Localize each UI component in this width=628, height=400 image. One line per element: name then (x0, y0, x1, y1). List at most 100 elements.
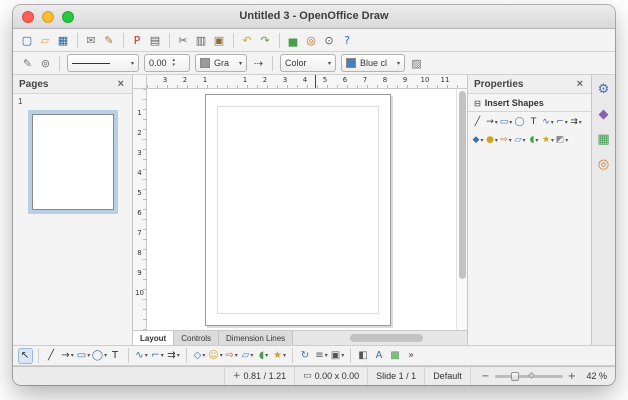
open-document-icon[interactable]: ▱ (37, 31, 54, 49)
pages-list[interactable]: 1 (13, 94, 132, 345)
vertical-scrollbar[interactable] (456, 89, 467, 330)
arrow-style-icon[interactable]: ⇢ (250, 54, 267, 72)
email-document-icon[interactable]: ✉ (83, 31, 100, 49)
curve-icon[interactable]: ∿ ▾ (541, 115, 555, 130)
area-color-select[interactable]: Blue cl ▾ (341, 54, 405, 72)
ruler-row: 3 2 1 1 2 3 4 5 6 7 8 9 10 11 (133, 75, 467, 89)
stars-icon[interactable]: ★ ▾ (272, 348, 287, 364)
horizontal-scrollbar[interactable] (297, 331, 463, 345)
basic-shapes-icon[interactable]: ◆ ▾ (471, 133, 485, 148)
line-color-select[interactable]: Gra ▾ (195, 54, 247, 72)
callouts-icon[interactable]: ◖ ▾ (256, 348, 271, 364)
help-icon[interactable]: ? (339, 31, 356, 49)
zoom-percentage[interactable]: 42 % (581, 371, 607, 381)
separator (350, 348, 351, 363)
basic-shapes-icon[interactable]: ◇ ▾ (192, 348, 207, 364)
page-style-segment[interactable]: Default (425, 367, 471, 385)
edit-points-icon[interactable]: ✎ (19, 54, 36, 72)
align-objects-icon[interactable]: ≡ ▾ (314, 348, 329, 364)
curve-icon[interactable]: ∿ ▾ (134, 348, 149, 364)
lines-and-arrows-icon[interactable]: ⇉ ▾ (569, 115, 583, 130)
ruler-label: 11 (440, 76, 450, 84)
pages-panel-close-icon[interactable]: × (116, 78, 126, 90)
line-style-select[interactable]: ▾ (67, 54, 139, 72)
title-bar[interactable]: Untitled 3 - OpenOffice Draw (13, 5, 615, 29)
cut-icon[interactable]: ✂ (175, 31, 192, 49)
copy-icon[interactable]: ▥ (193, 31, 210, 49)
vertical-scrollbar-thumb[interactable] (459, 91, 466, 279)
main-area: Pages × 1 3211234567891011 (13, 75, 615, 345)
spin-down-icon[interactable]: ▾ (173, 63, 176, 68)
undo-icon[interactable]: ↶ (239, 31, 256, 49)
symbol-shapes-icon[interactable]: ☺ ▾ (208, 348, 223, 364)
horizontal-scrollbar-thumb[interactable] (350, 334, 424, 342)
zoom-icon[interactable]: ⊙ (321, 31, 338, 49)
zoom-slider-handle[interactable] (510, 371, 519, 381)
area-color-value: Blue cl (360, 58, 388, 68)
navigator-deck-icon[interactable]: ◎ (595, 155, 613, 173)
block-arrows-icon[interactable]: ⇨ ▾ (224, 348, 239, 364)
close-window-button[interactable] (22, 10, 34, 23)
3d-objects-icon[interactable]: ◩ ▾ (555, 133, 569, 148)
stars-icon[interactable]: ★ ▾ (541, 133, 555, 148)
tab-layout[interactable]: Layout (133, 331, 175, 345)
flowchart-icon[interactable]: ▱ ▾ (240, 348, 255, 364)
insert-image-icon[interactable]: ▩ (388, 348, 403, 364)
ellipse-icon[interactable]: ◯ (513, 115, 527, 130)
properties-deck-icon[interactable]: ⚙ (595, 80, 613, 98)
export-pdf-icon[interactable]: P (129, 31, 146, 49)
text-icon[interactable]: T (108, 348, 123, 364)
line-width-spinner[interactable]: 0.00 ▴ ▾ (144, 54, 190, 72)
insert-shapes-section-header[interactable]: ⊟ Insert Shapes (468, 94, 591, 112)
save-document-icon[interactable]: ▦ (55, 31, 72, 49)
line-icon[interactable]: ╱ (44, 348, 59, 364)
rotate-icon[interactable]: ↻ (298, 348, 313, 364)
text-icon[interactable]: T (527, 115, 541, 130)
symbol-shapes-icon[interactable]: ● ▾ (485, 133, 499, 148)
edit-file-icon[interactable]: ✎ (101, 31, 118, 49)
zoom-slider[interactable] (494, 371, 563, 381)
zoom-in-icon[interactable]: + (568, 371, 576, 382)
properties-panel-close-icon[interactable]: × (575, 78, 585, 90)
select-icon[interactable]: ↖ (18, 347, 33, 364)
toolbar-overflow-icon[interactable]: » (404, 348, 419, 364)
rectangle-icon[interactable]: ▭ ▾ (76, 348, 91, 364)
flowchart-icon[interactable]: ▱ ▾ (513, 133, 527, 148)
glue-points-icon[interactable]: ⊚ (37, 54, 54, 72)
separator (233, 32, 234, 48)
drawing-canvas[interactable] (147, 89, 456, 330)
line-ends-with-arrow-icon[interactable]: → ▾ (60, 348, 75, 364)
insert-chart-icon[interactable]: ▅ (285, 31, 302, 49)
redo-icon[interactable]: ↷ (257, 31, 274, 49)
zoom-out-icon[interactable]: − (481, 371, 489, 382)
section-collapse-icon[interactable]: ⊟ (474, 99, 481, 108)
rectangle-icon[interactable]: ▭ ▾ (499, 115, 513, 130)
gallery-deck-icon[interactable]: ▦ (595, 130, 613, 148)
navigator-icon[interactable]: ◎ (303, 31, 320, 49)
zoom-window-button[interactable] (62, 10, 74, 23)
connector-icon[interactable]: ⌐ ▾ (555, 115, 569, 130)
connector-icon[interactable]: ⌐ ▾ (150, 348, 165, 364)
horizontal-ruler[interactable]: 3 2 1 1 2 3 4 5 6 7 8 9 10 11 (147, 75, 467, 89)
block-arrows-icon[interactable]: ⇨ ▾ (499, 133, 513, 148)
canvas-row: 1 2 3 4 5 6 7 8 9 10 (133, 89, 467, 330)
shadow-icon[interactable]: ▨ (408, 54, 425, 72)
area-style-select[interactable]: Color ▾ (280, 54, 336, 72)
tab-dimension-lines[interactable]: Dimension Lines (219, 331, 294, 345)
lines-and-arrows-icon[interactable]: ⇉ ▾ (166, 348, 181, 364)
print-file-icon[interactable]: ▤ (147, 31, 164, 49)
vertical-ruler[interactable]: 1 2 3 4 5 6 7 8 9 10 (133, 89, 147, 330)
arrange-icon[interactable]: ▣ ▾ (330, 348, 345, 364)
paste-icon[interactable]: ▣ (211, 31, 228, 49)
tab-controls[interactable]: Controls (174, 331, 220, 345)
callouts-icon[interactable]: ◖ ▾ (527, 133, 541, 148)
minimize-window-button[interactable] (42, 10, 54, 23)
new-document-icon[interactable]: ▢ (19, 31, 36, 49)
extrusion-icon[interactable]: ◧ (356, 348, 371, 364)
ellipse-icon[interactable]: ◯ ▾ (92, 348, 107, 364)
fontwork-icon[interactable]: A (372, 348, 387, 364)
line-ends-with-arrow-icon[interactable]: → ▾ (485, 115, 499, 130)
line-icon[interactable]: ╱ (471, 115, 485, 130)
styles-deck-icon[interactable]: ◆ (595, 105, 613, 123)
page-thumbnail[interactable] (27, 110, 118, 214)
